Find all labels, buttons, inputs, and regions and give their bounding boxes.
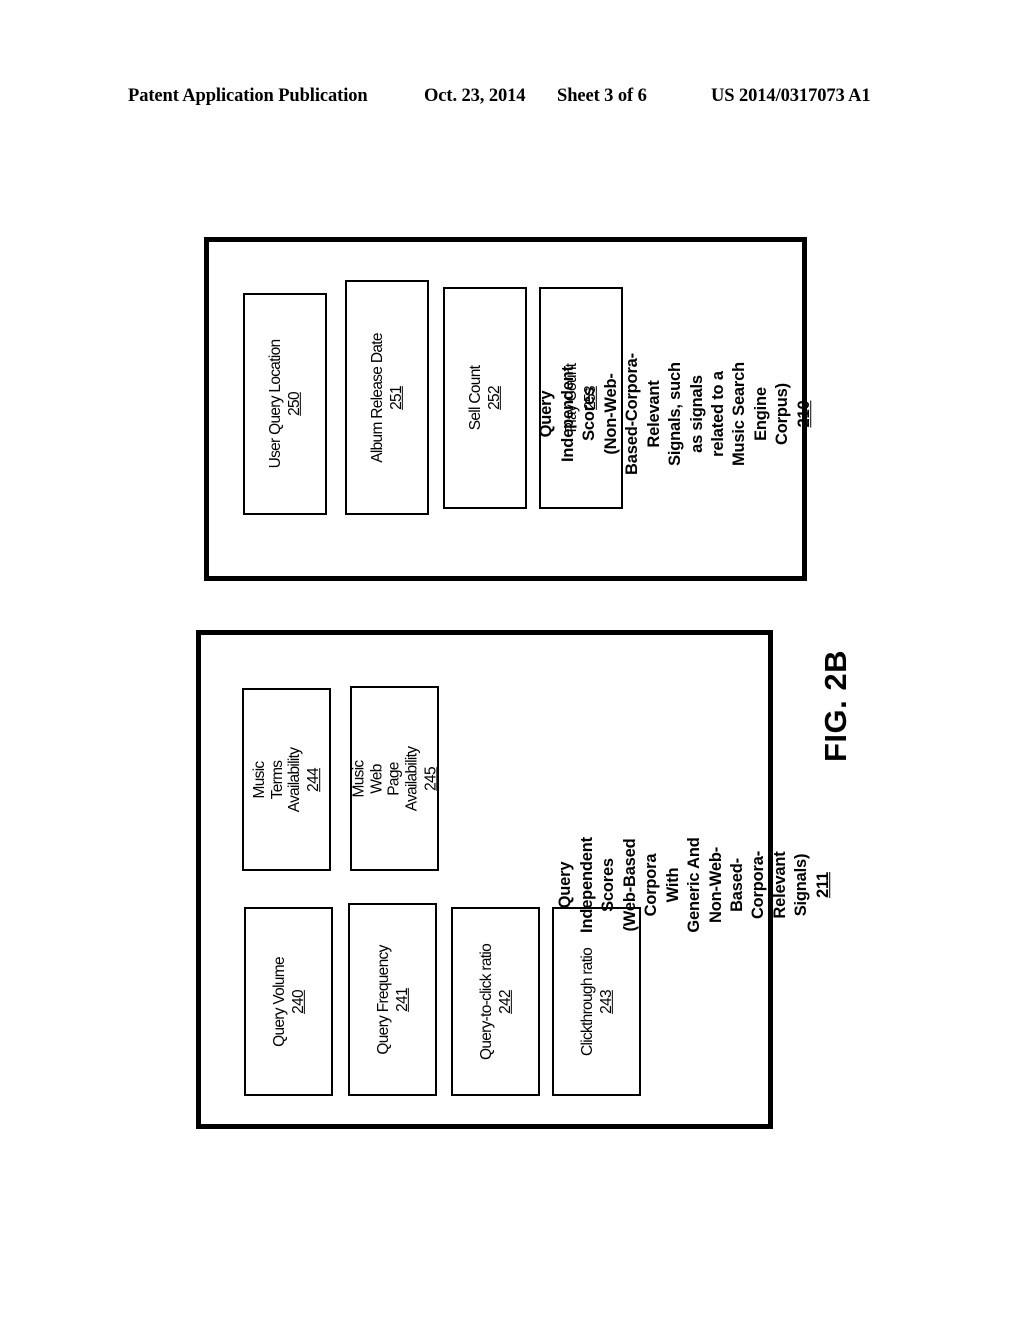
item-ref: 250 [285,392,303,416]
item-box-user-query-location: User Query Location 250 [243,293,327,515]
item-label: User Query Location [266,339,284,469]
item-label: Music Terms Availability [250,747,303,812]
item-ref: 252 [485,386,503,410]
item-box-sell-count-text: Sell Count 252 [467,366,503,431]
group-caption-210-text: Query Independent Scores (Non-Web-Based-… [537,353,792,475]
header-sheet-label: Sheet 3 of 6 [557,86,647,106]
header-publication-label: Patent Application Publication [128,86,368,106]
item-box-clickthrough-ratio-text: Clickthrough ratio 243 [578,947,614,1055]
item-label: Query Frequency [374,944,392,1055]
group-box-query-independent-scores-211: Music Terms Availability 244 Music Web P… [196,630,832,1129]
item-label: Query Volume [270,956,288,1047]
item-box-user-query-location-text: User Query Location 250 [267,340,303,469]
item-label: Clickthrough ratio [578,947,596,1056]
item-ref: 244 [304,767,322,792]
item-label: Sell Count [466,365,484,431]
group-caption-211-ref: 211 [813,871,832,899]
item-label: Music Web Page Availability [349,746,420,811]
item-box-query-volume: Query Volume 240 [244,907,333,1096]
page-header: Patent Application Publication Oct. 23, … [0,86,1024,116]
item-box-query-frequency-text: Query Frequency 241 [374,945,410,1054]
item-ref: 251 [387,385,405,410]
item-box-query-volume-text: Query Volume 240 [270,957,306,1047]
group-caption-210: Query Independent Scores (Non-Web-Based-… [515,351,837,477]
item-ref: 245 [421,766,439,791]
item-label: Album Release Date [368,332,386,463]
group-caption-211: Query Independent Scores (Web-Based Corp… [534,837,856,933]
item-box-query-frequency: Query Frequency 241 [348,903,437,1096]
group-caption-210-ref: 210 [794,400,813,428]
item-box-query-to-click-ratio-text: Query-to-click ratio 242 [477,943,513,1059]
header-patent-number: US 2014/0317073 A1 [711,86,871,106]
item-ref: 243 [597,989,614,1014]
item-box-music-web-page-availability: Music Web Page Availability 245 [350,686,439,871]
item-box-album-release-date: Album Release Date 251 [345,280,429,515]
item-box-music-terms-availability: Music Terms Availability 244 [242,688,331,871]
figure-label: FIG. 2B [818,649,853,763]
group-caption-211-text: Query Independent Scores (Web-Based Corp… [556,837,811,933]
item-ref: 241 [393,987,410,1012]
group-box-query-independent-scores-210: User Query Location 250 Album Release Da… [204,237,813,581]
item-box-music-web-page-availability-text: Music Web Page Availability 245 [350,746,439,811]
header-date-label: Oct. 23, 2014 [424,86,526,106]
item-label: Query-to-click ratio [477,943,495,1060]
item-box-music-terms-availability-text: Music Terms Availability 244 [251,747,323,812]
item-box-query-to-click-ratio: Query-to-click ratio 242 [451,907,540,1096]
item-ref: 240 [289,989,306,1014]
item-ref: 242 [496,989,513,1014]
item-box-clickthrough-ratio: Clickthrough ratio 243 [552,907,641,1096]
item-box-album-release-date-text: Album Release Date 251 [369,333,405,463]
